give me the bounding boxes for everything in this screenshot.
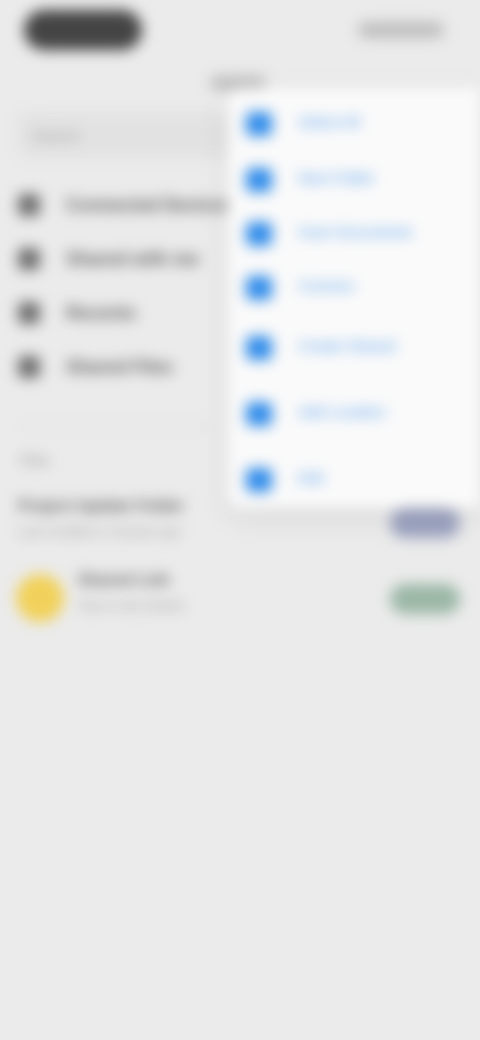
menu-row-shared-with-me[interactable]: Shared with me: [18, 242, 238, 276]
menu-row-recents[interactable]: Recents: [18, 296, 238, 330]
menu-row-label: Recents: [66, 303, 137, 323]
edit-icon: [246, 468, 272, 492]
connect-icon: [246, 276, 272, 300]
popup-item-connect[interactable]: Connect: [244, 268, 454, 308]
menu-row-connected-devices[interactable]: Connected Devices: [18, 188, 238, 222]
popup-item-select-all[interactable]: Select All: [244, 104, 454, 144]
blurred-screen-content: Search Connected Devices Shared with me …: [0, 0, 480, 1040]
menu-row-label: Connected Devices: [66, 195, 233, 215]
open-button[interactable]: [390, 508, 460, 538]
popup-item-new-folder[interactable]: New Folder: [244, 160, 454, 200]
menu-row-shared-files[interactable]: Shared Files: [18, 350, 238, 384]
popup-item-create-shared[interactable]: Create Shared: [244, 328, 454, 368]
popup-item-label: Add Location: [298, 404, 386, 421]
recents-icon: [18, 302, 40, 324]
list-item-title: Shared Link: [78, 572, 170, 589]
list-item[interactable]: Shared Link Tap to view details: [78, 572, 378, 613]
search-input[interactable]: Search: [18, 112, 232, 158]
menu-row-label: Shared with me: [66, 249, 200, 269]
shared-files-icon: [18, 356, 40, 378]
section-label: Files: [20, 452, 50, 468]
search-placeholder: Search: [32, 128, 80, 145]
popup-item-label: Create Shared: [298, 338, 396, 355]
menu-row-label: Shared Files: [66, 357, 174, 377]
devices-icon: [18, 194, 40, 216]
status-indicators: [358, 22, 444, 38]
popup-item-label: New Folder: [298, 170, 375, 187]
list-item-subtitle: Tap to view details: [78, 598, 185, 613]
avatar: [16, 574, 64, 622]
dynamic-island: [24, 10, 142, 50]
folder-icon: [246, 168, 272, 192]
popup-item-label: Scan Documents: [298, 224, 413, 241]
scan-icon: [246, 222, 272, 246]
popup-item-edit[interactable]: Edit: [244, 460, 454, 500]
popup-item-add-location[interactable]: Add Location: [244, 394, 454, 434]
shared-icon: [18, 248, 40, 270]
popup-item-label: Select All: [298, 114, 360, 131]
share-icon: [246, 336, 272, 360]
location-icon: [246, 402, 272, 426]
popup-item-label: Connect: [298, 278, 354, 295]
popup-item-scan-documents[interactable]: Scan Documents: [244, 214, 454, 254]
popup-item-label: Edit: [298, 470, 324, 487]
divider: [18, 426, 208, 427]
screen: Search Connected Devices Shared with me …: [0, 0, 480, 1040]
view-button[interactable]: [390, 584, 460, 614]
select-all-icon: [246, 112, 272, 136]
